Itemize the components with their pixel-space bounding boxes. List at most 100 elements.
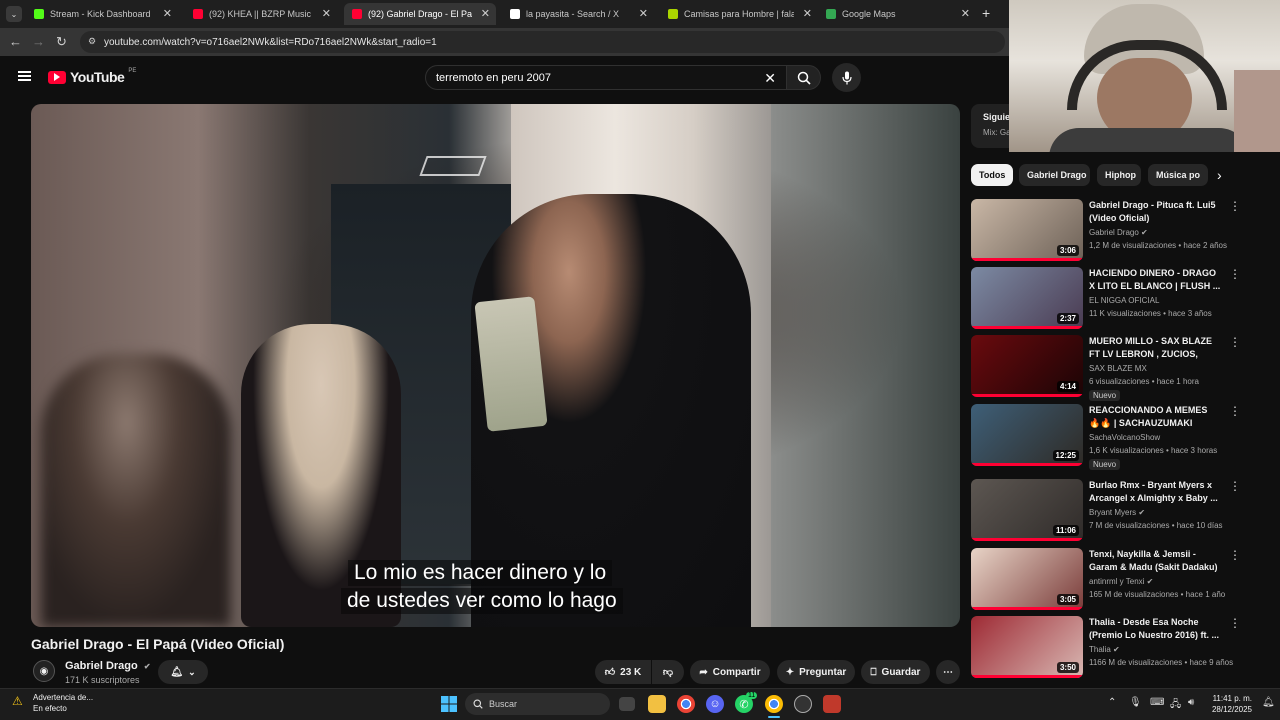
browser-tab[interactable]: la payasita - Search / X ✕ [502, 3, 654, 25]
recommended-channel-name: SAX BLAZE MX [1089, 364, 1147, 373]
voice-search-button[interactable] [832, 63, 861, 92]
file-explorer-icon[interactable] [648, 695, 666, 713]
view-count: 1166 M de visualizaciones [1089, 658, 1183, 667]
scrollbar[interactable] [1273, 190, 1278, 687]
task-view-icon[interactable] [619, 697, 635, 711]
ask-button[interactable]: ✦ Preguntar [777, 660, 855, 684]
video-menu-icon[interactable]: ⋮ [1229, 335, 1241, 349]
video-thumbnail[interactable]: 3:06 [971, 199, 1083, 261]
clear-search-icon[interactable]: ✕ [764, 70, 776, 87]
filter-chip[interactable]: Hiphop [1097, 164, 1141, 186]
close-tab-icon[interactable]: ✕ [163, 7, 172, 20]
site-info-icon[interactable]: ⚙ [88, 36, 96, 47]
like-button[interactable]: 👍︎ 23 K [595, 660, 651, 684]
recommended-title[interactable]: REACCIONANDO A MEMES 🔥🔥 | SACHAUZUMAKI [1089, 404, 1221, 430]
obs-icon[interactable] [794, 695, 812, 713]
dislike-button[interactable]: 👎︎ [652, 660, 684, 684]
recommended-channel[interactable]: SachaVolcanoShow [1089, 433, 1160, 442]
video-player[interactable]: Lo mio es hacer dinero y lo de ustedes v… [31, 104, 960, 627]
browser-tab[interactable]: Camisas para Hombre | falabell ✕ [660, 3, 818, 25]
share-button[interactable]: ➦ Compartir [690, 660, 770, 684]
browser-tab[interactable]: (92) Gabriel Drago - El Papá ✕ [344, 3, 496, 25]
recommended-title[interactable]: MUERO MILLO - SAX BLAZE FT LV LEBRON , Z… [1089, 335, 1221, 361]
search-input[interactable]: terremoto en peru 2007 ✕ [425, 65, 787, 90]
new-tab-button[interactable]: + [982, 5, 990, 21]
video-menu-icon[interactable]: ⋮ [1229, 479, 1241, 493]
recommended-channel[interactable]: EL NIGGA OFICIAL [1089, 296, 1159, 305]
video-menu-icon[interactable]: ⋮ [1229, 267, 1241, 281]
recommended-title[interactable]: Gabriel Drago - Pituca ft. Lui5 (Video O… [1089, 199, 1221, 225]
close-tab-icon[interactable]: ✕ [481, 7, 490, 20]
video-thumbnail[interactable]: 12:25 [971, 404, 1083, 466]
forward-arrow-icon[interactable]: → [32, 34, 45, 49]
recommended-video[interactable]: 2:37 HACIENDO DINERO - DRAGO X LITO EL BL… [971, 267, 1246, 331]
url-bar[interactable]: ⚙ youtube.com/watch?v=o716ael2NWk&list=R… [80, 31, 1005, 53]
recommended-title[interactable]: Thalia - Desde Esa Noche (Premio Lo Nues… [1089, 616, 1221, 642]
shirt-shape [1049, 128, 1249, 152]
more-actions-button[interactable]: ⋯ [936, 660, 960, 684]
volume-tray-icon[interactable]: 🔊︎ [1188, 697, 1194, 708]
tray-expand-icon[interactable]: ⌃ [1108, 697, 1116, 708]
keyboard-tray-icon[interactable]: ⌨ [1150, 697, 1164, 708]
view-count: 6 visualizaciones [1089, 377, 1150, 386]
recommended-video[interactable]: 12:25 REACCIONANDO A MEMES 🔥🔥 | SACHAUZUM… [971, 404, 1246, 470]
recommended-title[interactable]: Tenxi, Naykilla & Jemsii - Garam & Madu … [1089, 548, 1221, 574]
browser-tab[interactable]: Stream - Kick Dashboard ✕ [26, 3, 178, 25]
close-tab-icon[interactable]: ✕ [639, 7, 648, 20]
recommended-channel[interactable]: Bryant Myers ✔ [1089, 508, 1145, 517]
recommended-title[interactable]: HACIENDO DINERO - DRAGO X LITO EL BLANCO… [1089, 267, 1221, 293]
recommended-channel[interactable]: Gabriel Drago ✔ [1089, 228, 1148, 237]
back-arrow-icon[interactable]: ← [9, 34, 22, 49]
video-menu-icon[interactable]: ⋮ [1229, 404, 1241, 418]
up-next-panel[interactable]: Siguie Mix: Ga [971, 104, 1011, 148]
recommended-video[interactable]: 11:06 Burlao Rmx - Bryant Myers x Arcange… [971, 479, 1246, 543]
recommended-video[interactable]: 4:14 MUERO MILLO - SAX BLAZE FT LV LEBRON… [971, 335, 1246, 401]
recommended-channel[interactable]: Thalia ✔ [1089, 645, 1120, 654]
clock[interactable]: 11:41 p. m. 28/12/2025 [1206, 693, 1252, 715]
close-tab-icon[interactable]: ✕ [803, 7, 812, 20]
channel-name[interactable]: Gabriel Drago ✔ [65, 660, 151, 672]
recommended-title[interactable]: Burlao Rmx - Bryant Myers x Arcangel x A… [1089, 479, 1221, 505]
filter-chip[interactable]: Gabriel Drago [1019, 164, 1090, 186]
youtube-logo[interactable]: YouTube PE [48, 68, 136, 85]
notifications-bell-icon[interactable]: 🔔︎ [1262, 697, 1275, 708]
video-menu-icon[interactable]: ⋮ [1229, 199, 1241, 213]
windows-start-icon[interactable] [440, 695, 458, 713]
reload-icon[interactable]: ↻ [56, 34, 67, 50]
recommended-channel[interactable]: SAX BLAZE MX [1089, 364, 1147, 373]
recommended-video[interactable]: 3:05 Tenxi, Naykilla & Jemsii - Garam & M… [971, 548, 1246, 612]
video-thumbnail[interactable]: 11:06 [971, 479, 1083, 541]
notification-widget[interactable]: ⚠ Advertencia de... En efecto [12, 692, 122, 716]
browser-tab[interactable]: (92) KHEA || BZRP Music Sessio ✕ [185, 3, 337, 25]
chips-next-arrow-icon[interactable]: › [1217, 167, 1222, 183]
browser-tab[interactable]: Google Maps ✕ [818, 3, 976, 25]
chevron-down-icon: ⌄ [188, 666, 196, 677]
chrome-icon[interactable] [677, 695, 695, 713]
channel-avatar[interactable]: ◉ [33, 660, 55, 682]
video-thumbnail[interactable]: 2:37 [971, 267, 1083, 329]
chrome-active-icon[interactable] [765, 695, 783, 713]
recommended-channel[interactable]: antinrml y Tenxi ✔ [1089, 577, 1153, 586]
video-thumbnail[interactable]: 4:14 [971, 335, 1083, 397]
recommended-video[interactable]: 3:06 Gabriel Drago - Pituca ft. Lui5 (Vid… [971, 199, 1246, 263]
video-thumbnail[interactable]: 3:50 [971, 616, 1083, 678]
filter-chip[interactable]: Música po [1148, 164, 1208, 186]
watch-progress-bar [971, 258, 1083, 261]
video-menu-icon[interactable]: ⋮ [1229, 548, 1241, 562]
microphone-tray-icon[interactable]: 🎙︎ [1129, 697, 1142, 708]
app-grid-icon[interactable] [823, 695, 841, 713]
close-tab-icon[interactable]: ✕ [322, 7, 331, 20]
discord-icon[interactable]: ☺ [706, 695, 724, 713]
taskbar-search[interactable]: Buscar [465, 693, 610, 715]
close-tab-icon[interactable]: ✕ [961, 7, 970, 20]
tab-list-dropdown-button[interactable]: ⌄ [6, 6, 22, 22]
save-button[interactable]: ⎕ Guardar [861, 660, 930, 684]
video-thumbnail[interactable]: 3:05 [971, 548, 1083, 610]
subscription-bell-button[interactable]: 🔔︎ ⌄ [158, 660, 208, 684]
video-menu-icon[interactable]: ⋮ [1229, 616, 1241, 630]
recommended-video[interactable]: 3:50 Thalia - Desde Esa Noche (Premio Lo … [971, 616, 1246, 686]
filter-chip[interactable]: Todos [971, 164, 1013, 186]
menu-icon[interactable] [18, 71, 31, 81]
search-button[interactable] [786, 65, 821, 90]
network-tray-icon[interactable]: 🖧︎ [1170, 697, 1181, 714]
